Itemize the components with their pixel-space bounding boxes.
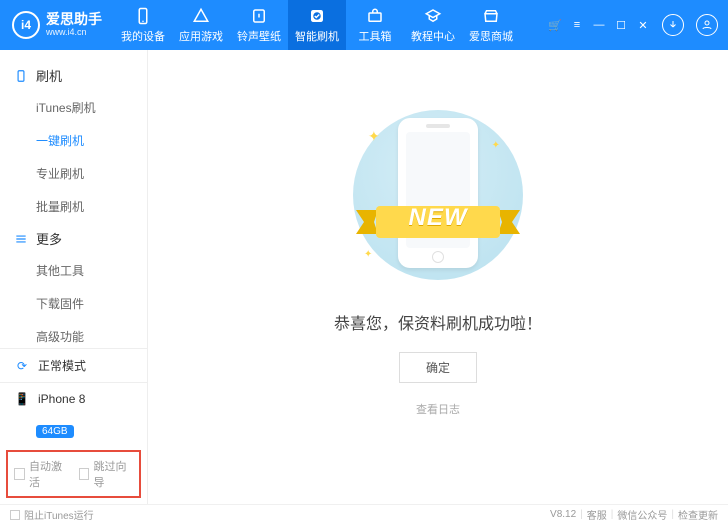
view-log-link[interactable]: 查看日志	[416, 401, 460, 417]
note-icon	[250, 7, 268, 25]
sidebar-group-more[interactable]: 更多	[0, 223, 147, 254]
device-info-row[interactable]: 📱 iPhone 8 64GB	[0, 382, 147, 446]
checkbox-label: 阻止iTunes运行	[24, 507, 94, 522]
flash-icon	[308, 7, 326, 25]
phone-small-icon: 📱	[14, 391, 30, 407]
group-title: 刷机	[36, 66, 62, 85]
options-box: 自动激活 跳过向导	[6, 450, 141, 498]
auto-activate-checkbox[interactable]: 自动激活	[14, 458, 69, 490]
sidebar-item-oneclick-flash[interactable]: 一键刷机	[36, 124, 147, 157]
nav-flash[interactable]: 智能刷机	[288, 0, 346, 50]
sidebar: 刷机 iTunes刷机 一键刷机 专业刷机 批量刷机 更多 其他工具 下载固件 …	[0, 50, 148, 504]
logo-icon: i4	[12, 11, 40, 39]
nav-toolbox[interactable]: 工具箱	[346, 0, 404, 50]
success-message: 恭喜您，保资料刷机成功啦！	[334, 310, 542, 334]
phone-icon	[14, 69, 28, 83]
close-button[interactable]: ✕	[636, 18, 650, 32]
storage-badge: 64GB	[36, 425, 74, 438]
confirm-button[interactable]: 确定	[399, 352, 477, 383]
new-badge: NEW	[328, 204, 548, 232]
version-label: V8.12	[550, 509, 576, 520]
sidebar-group-flash[interactable]: 刷机	[0, 60, 147, 91]
device-icon	[134, 7, 152, 25]
maximize-button[interactable]: ☐	[614, 18, 628, 32]
brand-title: 爱思助手	[46, 12, 102, 27]
nav-label: 教程中心	[411, 28, 455, 44]
support-link[interactable]: 客服	[587, 507, 607, 522]
nav-tutorials[interactable]: 教程中心	[404, 0, 462, 50]
nav-shop[interactable]: 爱思商城	[462, 0, 520, 50]
phone-illustration	[398, 118, 478, 268]
group-title: 更多	[36, 229, 62, 248]
menu-icon[interactable]: ≡	[570, 18, 584, 32]
update-link[interactable]: 检查更新	[678, 507, 718, 522]
skip-guide-checkbox[interactable]: 跳过向导	[79, 458, 134, 490]
device-mode-row[interactable]: ⟳ 正常模式	[0, 349, 147, 382]
sidebar-item-pro-flash[interactable]: 专业刷机	[36, 157, 147, 190]
nav-label: 铃声壁纸	[237, 28, 281, 44]
block-itunes-checkbox[interactable]: 阻止iTunes运行	[10, 507, 94, 522]
checkbox-label: 跳过向导	[93, 458, 133, 490]
device-mode: 正常模式	[38, 357, 86, 374]
nav-label: 应用游戏	[179, 28, 223, 44]
nav-apps[interactable]: 应用游戏	[172, 0, 230, 50]
nav-label: 爱思商城	[469, 28, 513, 44]
sidebar-item-batch-flash[interactable]: 批量刷机	[36, 190, 147, 223]
main-content: ✦ ✦ ✦ NEW 恭喜您，保资料刷机成功啦！ 确定 查看日志	[148, 50, 728, 504]
logo: i4 爱思助手 www.i4.cn	[0, 11, 114, 39]
sparkle-icon: ✦	[368, 128, 380, 145]
nav-my-device[interactable]: 我的设备	[114, 0, 172, 50]
sidebar-item-itunes-flash[interactable]: iTunes刷机	[36, 91, 147, 124]
sidebar-item-advanced[interactable]: 高级功能	[36, 320, 147, 348]
user-button[interactable]	[696, 14, 718, 36]
success-illustration: ✦ ✦ ✦ NEW	[328, 100, 548, 290]
sparkle-icon: ✦	[492, 140, 500, 151]
sparkle-icon: ✦	[364, 249, 372, 260]
wechat-link[interactable]: 微信公众号	[617, 507, 667, 522]
nav-label: 智能刷机	[295, 28, 339, 44]
shop-icon	[482, 7, 500, 25]
apps-icon	[192, 7, 210, 25]
nav-label: 工具箱	[359, 28, 392, 44]
sidebar-item-download-firmware[interactable]: 下载固件	[36, 287, 147, 320]
minimize-button[interactable]: —	[592, 18, 606, 32]
device-panel: ⟳ 正常模式 📱 iPhone 8 64GB 自动激活 跳过向导	[0, 348, 147, 504]
checkbox-label: 自动激活	[29, 458, 69, 490]
device-name: iPhone 8	[38, 392, 85, 406]
book-icon	[424, 7, 442, 25]
refresh-icon: ⟳	[14, 358, 30, 374]
toolbox-icon	[366, 7, 384, 25]
titlebar: i4 爱思助手 www.i4.cn 我的设备 应用游戏 铃声壁纸 智能刷机 工具…	[0, 0, 728, 50]
nav-ringtones[interactable]: 铃声壁纸	[230, 0, 288, 50]
statusbar: 阻止iTunes运行 V8.12 | 客服 | 微信公众号 | 检查更新	[0, 504, 728, 524]
download-button[interactable]	[662, 14, 684, 36]
list-icon	[14, 232, 28, 246]
sidebar-item-other-tools[interactable]: 其他工具	[36, 254, 147, 287]
nav-label: 我的设备	[121, 28, 165, 44]
brand-subtitle: www.i4.cn	[46, 28, 102, 38]
cart-icon[interactable]: 🛒	[548, 18, 562, 32]
